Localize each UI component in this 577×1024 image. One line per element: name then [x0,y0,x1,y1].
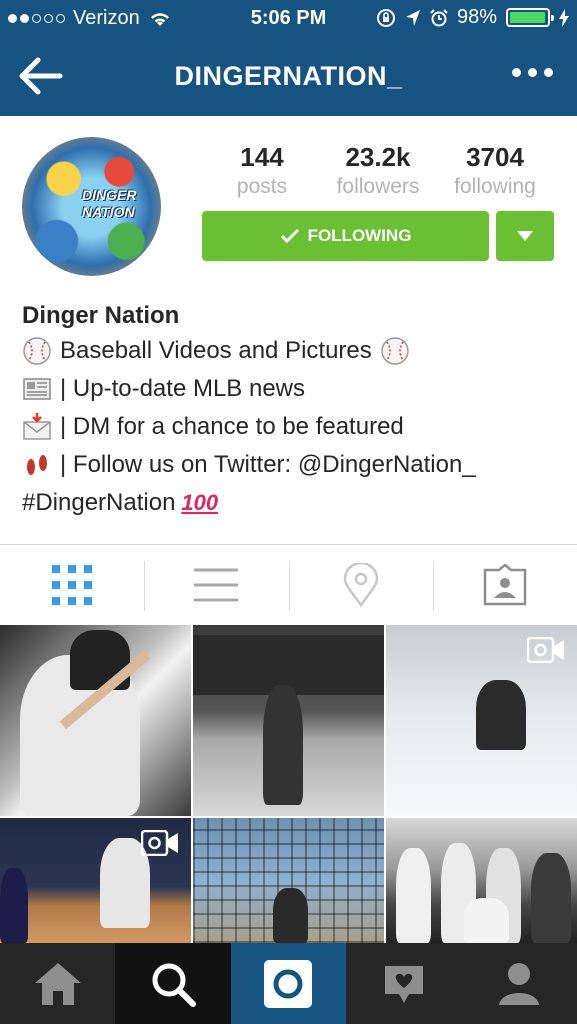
followers-count[interactable]: 23.2k followers [318,142,438,199]
bio-line: | Follow us on Twitter: @DingerNation_ [22,446,562,484]
checkmark-icon [280,228,299,244]
caret-down-icon [517,231,533,241]
stat-label: following [454,175,536,198]
battery-percent: 98% [456,6,497,28]
following-count[interactable]: 3704 following [435,142,555,199]
newspaper-icon [23,378,51,400]
hundred-points-icon: 100 [181,490,219,515]
stat-value: 23.2k [345,142,411,172]
bio-text: Baseball Videos and Pictures [60,337,372,364]
location-icon[interactable] [288,545,433,625]
charging-bolt-icon [559,8,569,27]
video-icon [527,637,564,663]
grid-view-icon[interactable] [0,545,144,625]
more-options-icon[interactable] [512,68,553,77]
video-icon [141,830,178,856]
tagged-photos-icon[interactable] [432,545,577,625]
stat-label: followers [336,175,420,198]
photo-grid [0,625,577,943]
activity-icon[interactable] [346,943,461,1024]
navigation-bar: DINGERNATION_ [0,36,577,116]
status-indicators: 98% [376,6,569,29]
bio-text: | Up-to-date MLB news [60,375,306,402]
avatar-logo-text: DINGER NATION [82,187,137,220]
following-button-label: FOLLOWING [307,226,412,245]
posts-count: 144 posts [202,142,322,199]
camera-icon[interactable] [230,943,347,1024]
bio-text: | DM for a chance to be featured [60,413,404,440]
post-thumbnail[interactable] [193,625,384,816]
profile-view-tabs [0,545,577,625]
post-thumbnail[interactable] [386,625,577,816]
profile-bio: Dinger Nation Baseball Videos and Pictur… [22,300,562,522]
baseball-icon [23,337,51,365]
post-thumbnail[interactable] [0,625,191,816]
post-thumbnail[interactable] [193,818,384,943]
rotation-lock-icon [376,8,395,27]
bio-line: | DM for a chance to be featured [22,408,562,446]
status-bar: Verizon 5:06 PM 98% [0,0,577,36]
home-icon[interactable] [0,943,115,1024]
battery-icon [506,8,554,27]
stat-value: 144 [240,142,284,172]
suggested-accounts-dropdown-button[interactable] [496,211,554,261]
bio-hashtag-line: #DingerNation 100 [22,484,562,522]
page-title: DINGERNATION_ [174,61,403,91]
search-icon[interactable] [115,943,231,1024]
footprints-icon [27,455,47,475]
bio-text: | Follow us on Twitter: @DingerNation_ [60,451,476,478]
bottom-navigation [0,943,577,1024]
stat-label: posts [236,175,288,198]
alarm-icon [430,8,448,26]
following-button[interactable]: FOLLOWING [202,211,489,261]
stat-value: 3704 [466,142,524,172]
hashtag-link[interactable]: #DingerNation [22,484,175,522]
profile-icon[interactable] [462,943,577,1024]
location-arrow-icon [405,9,420,26]
bio-line: | Up-to-date MLB news [22,370,562,408]
post-thumbnail[interactable] [0,818,191,943]
profile-stats: 144 posts 23.2k followers 3704 following [202,142,554,202]
profile-display-name: Dinger Nation [22,302,180,329]
bio-line: Baseball Videos and Pictures [22,332,562,370]
baseball-icon [381,337,409,365]
list-view-icon[interactable] [144,545,288,625]
envelope-icon [23,413,51,440]
avatar[interactable]: DINGER NATION [22,137,161,276]
post-thumbnail[interactable] [386,818,577,943]
